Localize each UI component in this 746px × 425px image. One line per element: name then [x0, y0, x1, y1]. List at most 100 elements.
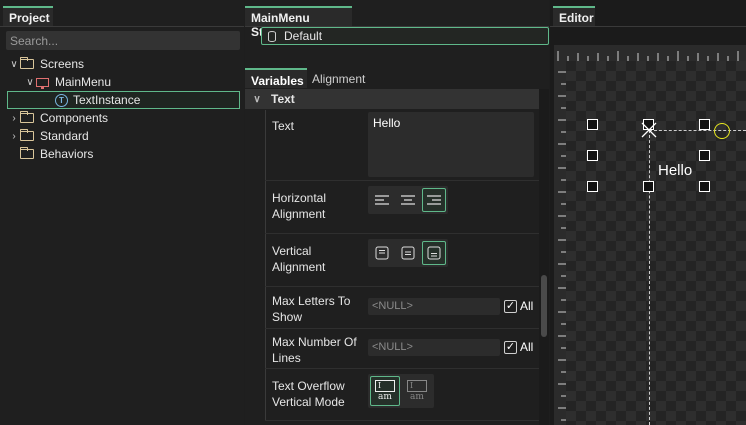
row-guide — [265, 234, 266, 286]
checkbox-label: All — [520, 299, 534, 313]
align-middle-button[interactable] — [396, 241, 420, 265]
property-horizontal-alignment: Horizontal Alignment — [265, 181, 539, 234]
overflow-option-label: am — [410, 391, 424, 402]
tree-item-behaviors[interactable]: Behaviors — [20, 145, 93, 163]
tree-item-label: Behaviors — [40, 147, 94, 161]
property-vertical-alignment: Vertical Alignment — [265, 234, 539, 287]
overflow-spill-button[interactable]: I am — [402, 376, 432, 406]
row-guide — [265, 369, 266, 420]
scrollbar-thumb[interactable] — [541, 275, 547, 337]
property-label: Vertical Alignment — [272, 244, 326, 274]
tabstrip-divider — [550, 26, 746, 27]
resize-handle-top-left[interactable] — [587, 119, 598, 130]
row-guide — [265, 329, 266, 368]
overflow-truncate-button[interactable]: I am — [370, 376, 400, 406]
chevron-right-icon[interactable]: › — [8, 131, 20, 142]
align-middle-icon — [401, 246, 415, 260]
align-bottom-icon — [427, 246, 441, 260]
tabstrip-divider — [0, 26, 244, 27]
row-guide — [265, 110, 266, 180]
align-left-button[interactable] — [370, 188, 394, 212]
align-right-button[interactable] — [422, 188, 446, 212]
horizontal-ruler — [554, 45, 746, 61]
max-letters-all-checkbox[interactable]: ✓ — [504, 300, 517, 313]
resize-handle-top-right[interactable] — [699, 119, 710, 130]
tab-alignment[interactable]: Alignment — [312, 68, 365, 88]
tree-item-label: Screens — [40, 57, 85, 71]
align-top-button[interactable] — [370, 241, 394, 265]
state-item-default[interactable]: Default — [261, 27, 549, 45]
vertical-alignment-buttons — [368, 239, 448, 267]
tab-mainmenu-states[interactable]: MainMenu States — [245, 6, 352, 39]
folder-icon — [20, 147, 34, 159]
resize-handle-right[interactable] — [699, 150, 710, 161]
scrollbar-track[interactable] — [539, 89, 549, 425]
max-letters-input[interactable]: <NULL> — [368, 298, 500, 315]
origin-cross-icon — [641, 122, 657, 138]
tree-item-components[interactable]: › Components — [8, 109, 108, 127]
properties-panel: MainMenu States Default Variables Alignm… — [245, 0, 549, 425]
folder-icon — [20, 57, 34, 69]
overflow-mode-buttons: I am I am — [368, 374, 434, 408]
property-label: Max Number Of Lines — [272, 335, 357, 365]
resize-handle-bottom-left[interactable] — [587, 181, 598, 192]
property-label: Horizontal Alignment — [272, 191, 327, 221]
text-value-input[interactable]: Hello — [368, 112, 534, 177]
property-label: Text Overflow Vertical Mode — [272, 379, 345, 409]
vertical-ruler — [554, 61, 566, 425]
align-center-button[interactable] — [396, 188, 420, 212]
horizontal-alignment-buttons — [368, 186, 448, 214]
state-label: Default — [284, 29, 323, 43]
tree-item-mainmenu[interactable]: ∨ MainMenu — [24, 73, 111, 91]
canvas-text-instance[interactable]: Hello — [658, 162, 692, 179]
tree-item-standard[interactable]: › Standard — [8, 127, 89, 145]
tab-editor[interactable]: Editor — [553, 6, 595, 26]
align-center-icon — [401, 195, 415, 205]
project-panel: Project Search... ∨ Screens ∨ MainMenu T… — [0, 0, 244, 425]
tree-item-label: MainMenu — [55, 75, 112, 89]
overflow-option-label: am — [378, 391, 392, 402]
text-box-icon: I — [375, 379, 395, 392]
chevron-down-icon[interactable]: ∨ — [251, 94, 263, 105]
resize-handle-bottom[interactable] — [643, 181, 654, 192]
text-instance-icon: T — [55, 93, 68, 107]
property-max-letters: Max Letters To Show <NULL> ✓ All — [265, 287, 539, 329]
tree-item-textinstance[interactable]: T TextInstance — [7, 91, 240, 109]
property-max-lines: Max Number Of Lines <NULL> ✓ All — [265, 329, 539, 369]
property-label: Max Letters To Show — [272, 294, 351, 324]
editor-canvas[interactable] — [566, 61, 746, 425]
row-guide — [265, 287, 266, 328]
guide-line-horizontal — [649, 130, 746, 131]
chevron-down-icon[interactable]: ∨ — [24, 77, 36, 88]
folder-icon — [20, 111, 34, 123]
ruler-ticks — [558, 71, 566, 421]
state-icon — [268, 30, 276, 42]
tree-item-label: Components — [40, 111, 109, 125]
chevron-down-icon[interactable]: ∨ — [8, 59, 20, 70]
row-guide — [265, 181, 266, 233]
align-left-icon — [375, 195, 389, 205]
property-text-overflow: Text Overflow Vertical Mode I am I am — [265, 369, 539, 421]
max-lines-all-checkbox[interactable]: ✓ — [504, 341, 517, 354]
max-lines-input[interactable]: <NULL> — [368, 339, 500, 356]
category-header-text[interactable]: ∨ Text — [245, 89, 539, 109]
search-input[interactable]: Search... — [6, 31, 240, 50]
rotation-origin-marker[interactable] — [714, 123, 730, 139]
align-top-icon — [375, 246, 389, 260]
tab-project[interactable]: Project — [3, 6, 53, 26]
tab-variables[interactable]: Variables — [245, 68, 307, 88]
tree-item-screens[interactable]: ∨ Screens — [8, 55, 84, 73]
align-right-icon — [427, 195, 441, 205]
chevron-right-icon[interactable]: › — [8, 113, 20, 124]
category-label: Text — [271, 92, 295, 106]
guide-line-vertical — [649, 130, 650, 425]
tree-item-label: TextInstance — [73, 93, 141, 107]
property-label: Text — [272, 119, 295, 133]
property-text: Text Hello — [265, 110, 539, 181]
resize-handle-left[interactable] — [587, 150, 598, 161]
screen-icon — [36, 77, 49, 89]
resize-handle-bottom-right[interactable] — [699, 181, 710, 192]
ruler-ticks — [557, 51, 739, 61]
align-bottom-button[interactable] — [422, 241, 446, 265]
checkbox-label: All — [520, 340, 534, 354]
